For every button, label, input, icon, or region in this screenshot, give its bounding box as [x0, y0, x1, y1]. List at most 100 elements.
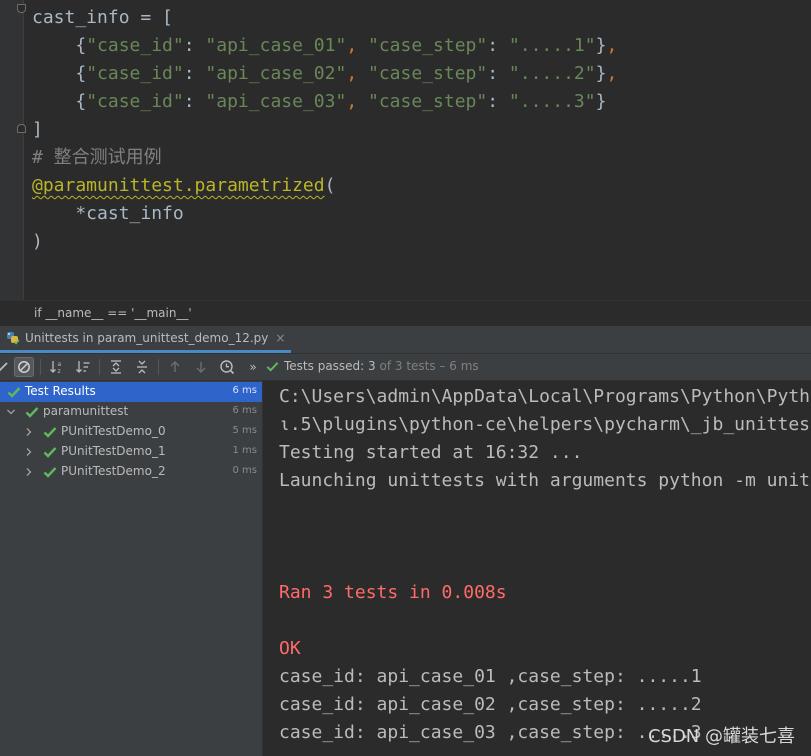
tree-row-label: Test Results: [25, 384, 96, 398]
code-line: {"case_id": "api_case_03", "case_step": …: [32, 88, 617, 116]
previous-failed-arrow-up-icon[interactable]: [165, 357, 185, 377]
breadcrumb: if __name__ == '__main__': [0, 300, 811, 326]
code-token: *cast_info: [32, 203, 184, 224]
sort-alphabetically-icon[interactable]: az: [47, 357, 67, 377]
code-token: ,: [346, 91, 368, 112]
passed-check-icon: [43, 447, 57, 458]
fold-close-icon[interactable]: [17, 124, 26, 133]
code-token: ,: [606, 63, 618, 84]
code-token: ,: [606, 35, 618, 56]
pycharm-window: cast_info = [ {"case_id": "api_case_01",…: [0, 0, 811, 756]
tree-row[interactable]: Test Results 6 ms: [0, 382, 262, 402]
chevron-right-icon[interactable]: [24, 427, 34, 437]
code-line: ): [32, 228, 617, 256]
tree-row[interactable]: PUnitTestDemo_0 5 ms: [0, 422, 262, 442]
code-token: }: [595, 91, 607, 112]
console-line: C:\Users\admin\AppData\Local\Programs\Py…: [279, 386, 811, 407]
code-token: ): [32, 231, 43, 252]
chevron-double-right-icon: »: [249, 360, 257, 374]
code-token: "case_step": [368, 35, 488, 56]
console-line: Testing started at 16:32 ...: [279, 442, 583, 463]
tab-unittests[interactable]: Unittests in param_unittest_demo_12.py ×: [0, 326, 292, 353]
collapse-all-icon[interactable]: [132, 357, 152, 377]
status-rest: of 3 tests – 6 ms: [375, 359, 479, 373]
passed-check-icon: [43, 467, 57, 478]
console-line: Launching unittests with arguments pytho…: [279, 470, 811, 491]
code-token: :: [487, 63, 509, 84]
run-tab-bar: Unittests in param_unittest_demo_12.py ×: [0, 326, 811, 354]
watermark: CSDN @罐装七喜: [647, 726, 795, 747]
toolbar-separator: [40, 359, 41, 375]
chevron-right-icon[interactable]: [24, 467, 34, 477]
console-line: case_id: api_case_02 ,case_step: .....2: [279, 694, 702, 715]
code-token: {: [32, 35, 87, 56]
tree-row[interactable]: PUnitTestDemo_2 0 ms: [0, 462, 262, 482]
console-line: case_id: api_case_01 ,case_step: .....1: [279, 666, 702, 687]
code-line: *cast_info: [32, 200, 617, 228]
code-token: @paramunittest.parametrized: [32, 175, 325, 196]
code-token: :: [487, 35, 509, 56]
code-token: "case_id": [86, 91, 184, 112]
tree-row[interactable]: paramunittest 6 ms: [0, 402, 262, 422]
code-line: @paramunittest.parametrized(: [32, 172, 617, 200]
expand-all-icon[interactable]: [106, 357, 126, 377]
tab-label: Unittests in param_unittest_demo_12.py: [25, 331, 269, 345]
breadcrumb-item[interactable]: if __name__ == '__main__': [34, 306, 192, 320]
code-token: "case_id": [86, 63, 184, 84]
code-line: cast_info = [: [32, 4, 617, 32]
code-lines: cast_info = [ {"case_id": "api_case_01",…: [32, 4, 617, 256]
code-token: "case_step": [368, 91, 488, 112]
code-token: ".....2": [508, 63, 596, 84]
sort-by-duration-icon[interactable]: [73, 357, 93, 377]
code-editor[interactable]: cast_info = [ {"case_id": "api_case_01",…: [0, 0, 811, 300]
tree-row-duration: 6 ms: [232, 385, 258, 396]
code-line: {"case_id": "api_case_02", "case_step": …: [32, 60, 617, 88]
svg-text:a: a: [58, 361, 62, 368]
chevron-down-icon[interactable]: [6, 407, 16, 417]
chevron-right-icon[interactable]: [24, 447, 34, 457]
show-ignored-icon[interactable]: [14, 357, 34, 377]
passed-check-icon: [266, 361, 279, 372]
tree-row-duration: 0 ms: [232, 465, 258, 476]
code-token: "api_case_01": [205, 35, 347, 56]
tree-row-label: PUnitTestDemo_1: [61, 444, 166, 458]
code-token: "api_case_02": [205, 63, 347, 84]
code-line: {"case_id": "api_case_01", "case_step": …: [32, 32, 617, 60]
code-token: :: [183, 35, 206, 56]
tree-row-duration: 5 ms: [232, 425, 258, 436]
fold-open-icon[interactable]: [17, 4, 26, 13]
tree-row[interactable]: PUnitTestDemo_1 1 ms: [0, 442, 262, 462]
code-token: # 整合测试用例: [32, 147, 162, 168]
next-failed-arrow-down-icon[interactable]: [191, 357, 211, 377]
tree-row-label: PUnitTestDemo_2: [61, 464, 166, 478]
console-line: OK: [279, 638, 301, 659]
tree-row-duration: 6 ms: [232, 405, 258, 416]
passed-check-icon: [7, 387, 21, 398]
code-token: :: [487, 91, 509, 112]
code-token: ]: [32, 119, 43, 140]
python-test-icon: [6, 331, 20, 345]
status-passed-label: Tests passed:: [284, 359, 369, 373]
console-line: case_id: api_case_03 ,case_step: .....3: [279, 722, 702, 743]
code-token: ".....1": [508, 35, 596, 56]
close-icon[interactable]: ×: [275, 331, 285, 345]
code-token: "case_step": [368, 63, 488, 84]
test-results-tree[interactable]: Test Results 6 ms paramunittest 6 ms PUnitTe…: [0, 381, 263, 756]
passed-check-icon: [25, 407, 39, 418]
console-line: ι.5\plugins\python-ce\helpers\pycharm\_j…: [279, 414, 811, 435]
test-history-clock-icon[interactable]: [217, 357, 237, 377]
code-token: }: [595, 35, 607, 56]
code-token: ".....3": [508, 91, 596, 112]
show-passed-check-icon[interactable]: [0, 357, 12, 377]
console-output[interactable]: C:\Users\admin\AppData\Local\Programs\Py…: [263, 381, 811, 756]
tree-row-duration: 1 ms: [232, 445, 258, 456]
code-token: "api_case_03": [205, 91, 347, 112]
tests-status: Tests passed: 3 of 3 tests – 6 ms: [266, 359, 479, 373]
code-line: # 整合测试用例: [32, 144, 617, 172]
code-token: (: [324, 175, 336, 196]
run-toolbar: az » Tests passed: 3 of 3 tests – 6 ms: [0, 354, 811, 381]
toolbar-separator: [99, 359, 100, 375]
code-token: :: [183, 63, 206, 84]
code-token: "case_id": [86, 35, 184, 56]
more-actions-button[interactable]: »: [243, 357, 263, 377]
